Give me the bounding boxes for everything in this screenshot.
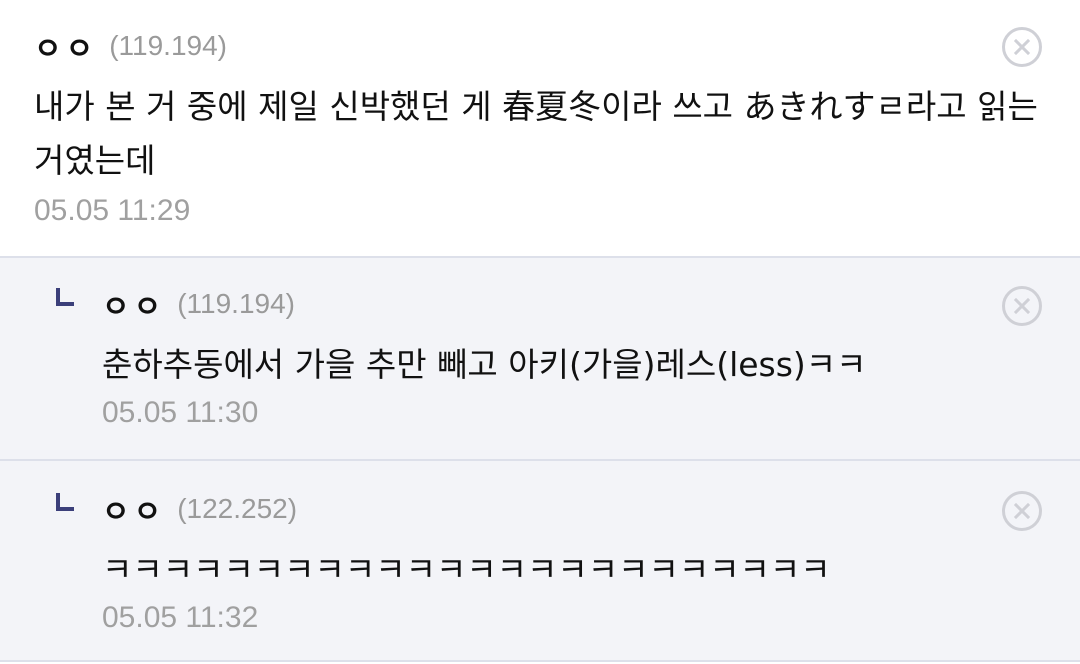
reply-arrow-icon <box>56 288 74 306</box>
reply-text: ㅋㅋㅋㅋㅋㅋㅋㅋㅋㅋㅋㅋㅋㅋㅋㅋㅋㅋㅋㅋㅋㅋㅋㅋ <box>102 550 831 589</box>
reply-nickname[interactable]: ㅇㅇ <box>102 282 165 326</box>
reply-date: 05.05 11:30 <box>102 396 259 429</box>
comment-list: ㅇㅇ (119.194) 내가 본 거 중에 제일 신박했던 게 春夏冬이라 쓰… <box>0 0 1080 662</box>
comment-item: ㅇㅇ (119.194) 내가 본 거 중에 제일 신박했던 게 春夏冬이라 쓰… <box>0 0 1080 258</box>
delete-reply-button[interactable] <box>1002 286 1042 326</box>
delete-comment-button[interactable] <box>1002 27 1042 67</box>
comment-ip: (119.194) <box>109 30 227 61</box>
comment-text: 내가 본 거 중에 제일 신박했던 게 春夏冬이라 쓰고 あきれすㄹ라고 읽는 … <box>34 87 1038 180</box>
reply-item: ㅇㅇ (122.252) ㅋㅋㅋㅋㅋㅋㅋㅋㅋㅋㅋㅋㅋㅋㅋㅋㅋㅋㅋㅋㅋㅋㅋㅋ 05… <box>0 461 1080 662</box>
comment-header: ㅇㅇ (119.194) <box>34 24 1080 68</box>
comment-date: 05.05 11:29 <box>34 194 191 227</box>
reply-ip: (119.194) <box>177 288 295 319</box>
delete-reply-button[interactable] <box>1002 491 1042 531</box>
reply-nickname[interactable]: ㅇㅇ <box>102 487 165 531</box>
comment-nickname[interactable]: ㅇㅇ <box>34 24 97 68</box>
reply-ip: (122.252) <box>177 493 298 524</box>
reply-arrow-icon <box>56 493 74 511</box>
reply-date: 05.05 11:32 <box>102 601 259 634</box>
reply-header: ㅇㅇ (122.252) <box>102 487 1080 531</box>
reply-item: ㅇㅇ (119.194) 춘하추동에서 가을 추만 빼고 아키(가을)레스(le… <box>0 258 1080 461</box>
reply-text: 춘하추동에서 가을 추만 빼고 아키(가을)레스(less)ㅋㅋ <box>102 345 867 384</box>
reply-header: ㅇㅇ (119.194) <box>102 282 1080 326</box>
